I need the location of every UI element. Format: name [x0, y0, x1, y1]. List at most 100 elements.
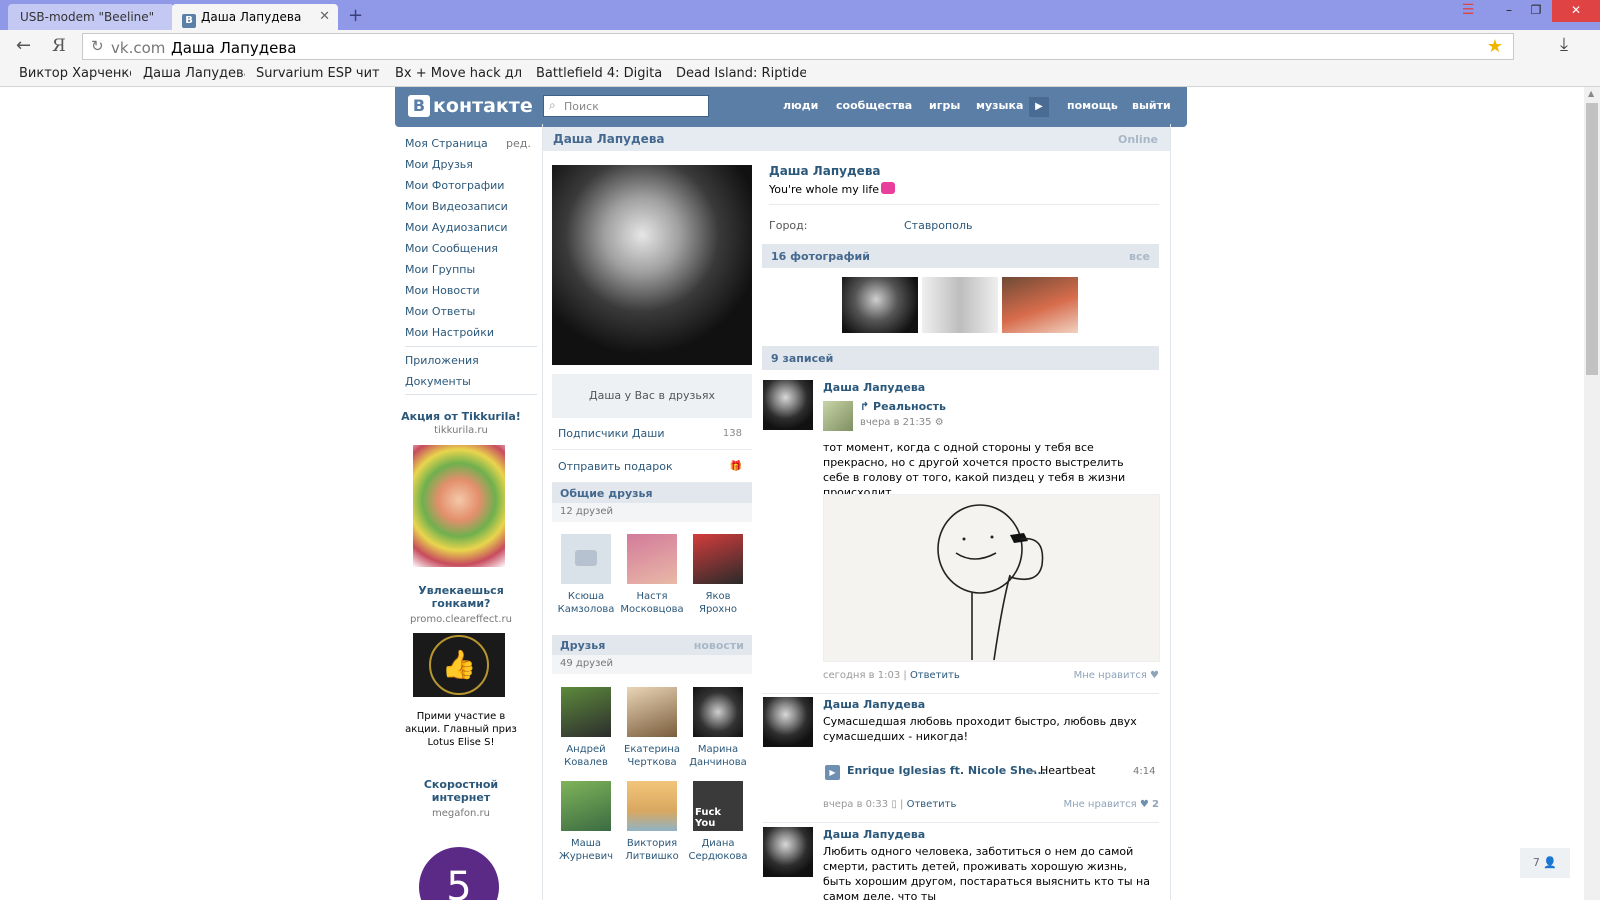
music-play-icon[interactable]: ▶: [1029, 97, 1049, 117]
post-author-avatar[interactable]: [763, 827, 813, 877]
menu-edit-link[interactable]: ред.: [506, 137, 531, 150]
friend-avatar[interactable]: [627, 534, 677, 584]
tab-usb-modem[interactable]: USB-modem "Beeline": [8, 4, 174, 30]
ad-title[interactable]: Увлекаешься гонками?: [400, 584, 522, 610]
menu-my-friends[interactable]: Мои Друзья: [405, 158, 473, 171]
address-bar[interactable]: ↻ vk.com Даша Лапудева ★: [82, 33, 1514, 60]
restore-icon[interactable]: ❐: [1523, 0, 1549, 22]
menu-my-news[interactable]: Мои Новости: [405, 284, 480, 297]
friend-name[interactable]: Виктория Литвишко: [616, 837, 688, 863]
bookmark-star-icon[interactable]: ★: [1487, 36, 1503, 57]
post-author-avatar[interactable]: [763, 697, 813, 747]
menu-apps[interactable]: Приложения: [405, 354, 479, 367]
vk-logo[interactable]: Вконтакте: [408, 95, 533, 117]
nav-games[interactable]: игры: [929, 99, 960, 112]
search-input[interactable]: ⌕ Поиск: [543, 95, 709, 117]
browser-menu-icon[interactable]: ☰: [1455, 0, 1481, 22]
reply-link[interactable]: Ответить: [910, 670, 960, 681]
tab-vk-profile[interactable]: В Даша Лапудева ✕: [172, 4, 338, 30]
photos-header[interactable]: 16 фотографий все: [762, 244, 1159, 268]
post-author[interactable]: Даша Лапудева: [823, 698, 925, 711]
post-author[interactable]: Даша Лапудева: [823, 381, 925, 394]
followers-link[interactable]: Подписчики Даши 138: [552, 418, 752, 450]
bookmark-item[interactable]: Виктор Харченко: [19, 66, 131, 81]
post-author-avatar[interactable]: [763, 380, 813, 430]
friend-avatar[interactable]: [627, 687, 677, 737]
audio-artist[interactable]: Enrique Iglesias ft. Nicole She...: [847, 764, 1046, 777]
friends-online-counter[interactable]: 7 👤: [1520, 848, 1570, 878]
menu-my-videos[interactable]: Мои Видеозаписи: [405, 200, 508, 213]
nav-people[interactable]: люди: [783, 99, 818, 112]
menu-documents[interactable]: Документы: [405, 375, 471, 388]
yandex-icon[interactable]: Я: [52, 36, 66, 56]
bookmark-item[interactable]: Survarium ESP чит C: [256, 66, 382, 81]
megafon-badge[interactable]: 5: [419, 847, 499, 900]
menu-my-audio[interactable]: Мои Аудиозаписи: [405, 221, 508, 234]
menu-my-settings[interactable]: Мои Настройки: [405, 326, 494, 339]
friend-avatar[interactable]: [627, 781, 677, 831]
city-value[interactable]: Ставрополь: [904, 219, 972, 232]
menu-my-answers[interactable]: Мои Ответы: [405, 305, 475, 318]
friend-avatar[interactable]: [561, 781, 611, 831]
nav-communities[interactable]: сообщества: [836, 99, 912, 112]
friends-news-link[interactable]: новости: [694, 639, 744, 652]
new-tab-button[interactable]: +: [348, 5, 363, 26]
friend-name[interactable]: Настя Московцова: [616, 590, 688, 616]
friend-name[interactable]: Диана Сердюкова: [682, 837, 754, 863]
ad-source[interactable]: tikkurila.ru: [400, 425, 522, 436]
like-button[interactable]: Мне нравится ♥: [1074, 670, 1159, 681]
ad-text[interactable]: Прими участие в акции. Главный приз Lotu…: [400, 710, 522, 749]
gear-icon[interactable]: ⚙: [935, 417, 944, 428]
bookmark-item[interactable]: Bx + Move hack для: [395, 66, 521, 81]
bookmark-item[interactable]: Dead Island: Riptide: [676, 66, 806, 81]
ad-source[interactable]: promo.cleareffect.ru: [400, 614, 522, 625]
close-window-icon[interactable]: ✕: [1552, 0, 1600, 22]
photo-thumbnail[interactable]: [1002, 277, 1078, 333]
minimize-icon[interactable]: –: [1496, 0, 1522, 22]
ad-title[interactable]: Скоростной интернет: [400, 778, 522, 804]
close-tab-icon[interactable]: ✕: [319, 9, 330, 24]
repost-source-avatar[interactable]: [823, 401, 853, 431]
friend-name[interactable]: Екатерина Черткова: [616, 743, 688, 769]
reload-icon[interactable]: ↻: [91, 37, 104, 55]
ad-image[interactable]: [413, 445, 505, 567]
friends-header[interactable]: Друзья новости: [552, 635, 752, 655]
friend-avatar[interactable]: [561, 687, 611, 737]
menu-my-page[interactable]: Моя Страница: [405, 137, 488, 150]
download-icon[interactable]: ⤓: [1560, 34, 1568, 55]
profile-avatar[interactable]: [552, 165, 752, 365]
nav-help[interactable]: помощь: [1067, 99, 1118, 112]
audio-title[interactable]: – Heartbeat: [1031, 764, 1095, 777]
scroll-thumb[interactable]: [1586, 103, 1598, 375]
photos-all-link[interactable]: все: [1129, 250, 1150, 263]
nav-logout[interactable]: выйти: [1132, 99, 1171, 112]
menu-my-groups[interactable]: Мои Группы: [405, 263, 475, 276]
nav-music[interactable]: музыка: [976, 99, 1023, 112]
scroll-up-icon[interactable]: ▲: [1588, 89, 1594, 98]
photo-thumbnail[interactable]: [842, 277, 918, 333]
scrollbar[interactable]: ▲: [1584, 87, 1600, 900]
friend-name[interactable]: Ксюша Камзолова: [550, 590, 622, 616]
bookmark-item[interactable]: Даша Лапудева: [143, 66, 245, 81]
post-image[interactable]: [823, 494, 1160, 662]
friend-name[interactable]: Маша Журневич: [550, 837, 622, 863]
ad-title[interactable]: Акция от Tikkurila!: [400, 410, 522, 423]
menu-my-photos[interactable]: Мои Фотографии: [405, 179, 504, 192]
audio-play-icon[interactable]: ▶: [825, 765, 840, 780]
friend-name[interactable]: Яков Ярохно: [682, 590, 754, 616]
like-button[interactable]: Мне нравится ♥ 2: [1063, 799, 1159, 810]
back-arrow-icon[interactable]: ←: [16, 35, 31, 56]
ad-image[interactable]: 👍: [413, 633, 505, 697]
wall-header[interactable]: 9 записей: [762, 346, 1159, 370]
reply-link[interactable]: Ответить: [907, 799, 957, 810]
friend-avatar[interactable]: [561, 534, 611, 584]
friend-avatar[interactable]: [693, 534, 743, 584]
common-friends-header[interactable]: Общие друзья: [552, 483, 752, 503]
bookmark-item[interactable]: Battlefield 4: Digital [: [536, 66, 662, 81]
friend-name[interactable]: Андрей Ковалев: [550, 743, 622, 769]
friend-avatar[interactable]: [693, 687, 743, 737]
post-author[interactable]: Даша Лапудева: [823, 828, 925, 841]
menu-my-messages[interactable]: Мои Сообщения: [405, 242, 498, 255]
photo-thumbnail[interactable]: [922, 277, 998, 333]
friend-name[interactable]: Марина Данчинова: [682, 743, 754, 769]
